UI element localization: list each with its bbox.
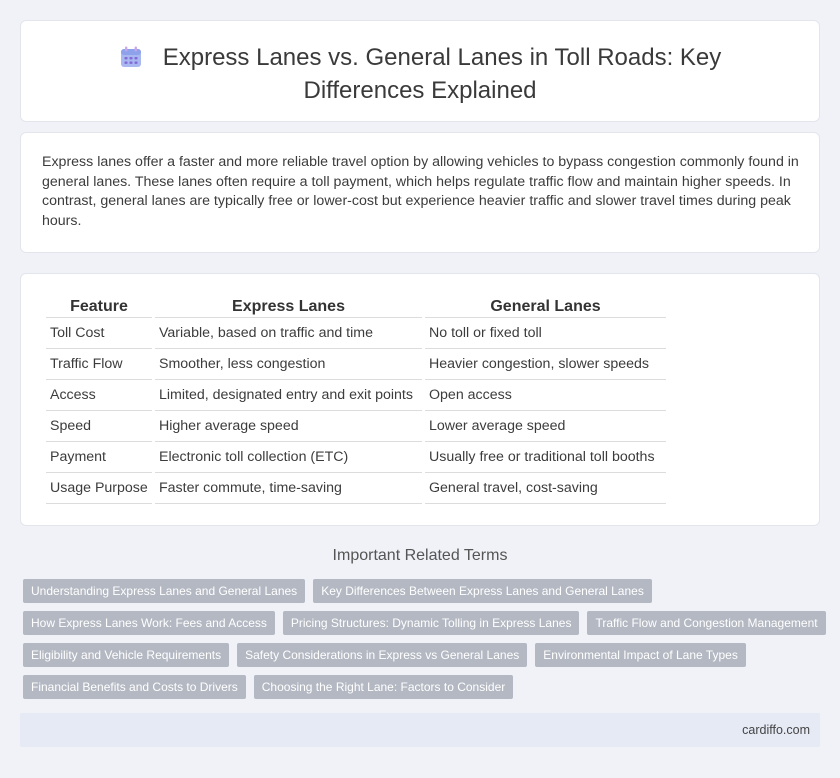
related-term-tag[interactable]: Safety Considerations in Express vs Gene… (237, 643, 528, 667)
related-term-tag[interactable]: Choosing the Right Lane: Factors to Cons… (253, 675, 514, 699)
table-cell: General travel, cost-saving (425, 473, 666, 504)
table-cell: Heavier congestion, slower speeds (425, 349, 666, 380)
header-feature: Feature (46, 296, 152, 318)
table-cell: Traffic Flow (46, 349, 152, 380)
table-cell: Higher average speed (155, 411, 422, 442)
table-cell: No toll or fixed toll (425, 318, 666, 349)
table-cell: Usually free or traditional toll booths (425, 442, 666, 473)
related-term-tag[interactable]: Key Differences Between Express Lanes an… (313, 579, 652, 603)
table-row: Usage Purpose Faster commute, time-savin… (46, 473, 666, 504)
table-cell: Open access (425, 380, 666, 411)
related-term-tag[interactable]: Pricing Structures: Dynamic Tolling in E… (282, 611, 580, 635)
tag-row: Financial Benefits and Costs to Drivers … (23, 675, 823, 699)
related-terms-heading: Important Related Terms (332, 547, 508, 564)
table-row: Traffic Flow Smoother, less congestion H… (46, 349, 666, 380)
table-cell: Usage Purpose (46, 473, 152, 504)
table-header-row: Feature Express Lanes General Lanes (46, 296, 666, 318)
table-row: Payment Electronic toll collection (ETC)… (46, 442, 666, 473)
tag-row: Understanding Express Lanes and General … (23, 579, 823, 603)
comparison-table-card: Feature Express Lanes General Lanes Toll… (20, 273, 820, 526)
table-cell: Smoother, less congestion (155, 349, 422, 380)
header-express-lanes: Express Lanes (155, 296, 422, 318)
table-row: Speed Higher average speed Lower average… (46, 411, 666, 442)
footer: cardiffo.com (20, 713, 820, 747)
footer-site-link[interactable]: cardiffo.com (742, 723, 810, 737)
header-general-lanes: General Lanes (425, 296, 666, 318)
tag-row: Eligibility and Vehicle Requirements Saf… (23, 643, 823, 667)
related-term-tag[interactable]: How Express Lanes Work: Fees and Access (23, 611, 275, 635)
table-cell: Variable, based on traffic and time (155, 318, 422, 349)
comparison-table: Feature Express Lanes General Lanes Toll… (43, 296, 669, 504)
related-terms-tags: Understanding Express Lanes and General … (23, 579, 826, 707)
table-cell: Access (46, 380, 152, 411)
table-cell: Limited, designated entry and exit point… (155, 380, 422, 411)
page-title: Express Lanes vs. General Lanes in Toll … (162, 44, 722, 104)
table-cell: Toll Cost (46, 318, 152, 349)
table-row: Toll Cost Variable, based on traffic and… (46, 318, 666, 349)
related-term-tag[interactable]: Understanding Express Lanes and General … (23, 579, 306, 603)
table-row: Access Limited, designated entry and exi… (46, 380, 666, 411)
table-cell: Payment (46, 442, 152, 473)
page-title-wrap: Express Lanes vs. General Lanes in Toll … (61, 43, 779, 105)
table-cell: Lower average speed (425, 411, 666, 442)
related-term-tag[interactable]: Environmental Impact of Lane Types (535, 643, 746, 667)
intro-card: Express lanes offer a faster and more re… (20, 132, 820, 253)
related-term-tag[interactable]: Financial Benefits and Costs to Drivers (23, 675, 246, 699)
table-cell: Faster commute, time-saving (155, 473, 422, 504)
title-card: Express Lanes vs. General Lanes in Toll … (20, 20, 820, 122)
table-cell: Speed (46, 411, 152, 442)
table-cell: Electronic toll collection (ETC) (155, 442, 422, 473)
related-term-tag[interactable]: Traffic Flow and Congestion Management (587, 611, 826, 635)
intro-paragraph: Express lanes offer a faster and more re… (42, 154, 799, 229)
related-term-tag[interactable]: Eligibility and Vehicle Requirements (23, 643, 230, 667)
tag-row: How Express Lanes Work: Fees and Access … (23, 611, 826, 635)
calendar-icon (119, 45, 143, 76)
